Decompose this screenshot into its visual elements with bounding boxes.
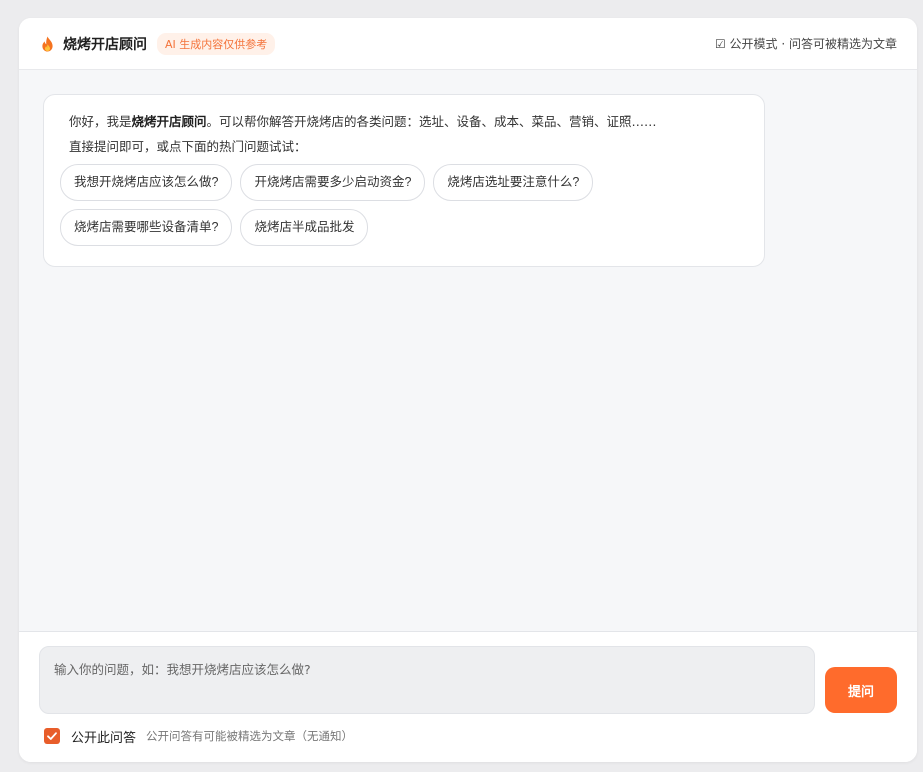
header: 烧烤开店顾问 AI 生成内容仅供参考 ☑ 公开模式 · 问答可被精选为文章 [19, 18, 917, 70]
check-icon [47, 732, 57, 740]
chat-area[interactable]: 你好，我是烧烤开店顾问。可以帮你解答开烧烤店的各类问题：选址、设备、成本、菜品、… [19, 70, 917, 631]
suggestion-chip-wholesale[interactable]: 烧烤店半成品批发 [240, 209, 369, 246]
intro-text: 你好，我是烧烤开店顾问。可以帮你解答开烧烤店的各类问题：选址、设备、成本、菜品、… [60, 112, 748, 132]
app-title: 烧烤开店顾问 [63, 36, 147, 53]
assistant-name: 烧烤开店顾问 [131, 114, 207, 129]
suggestion-hint: 直接提问即可，或点下面的热门问题试试： [69, 139, 307, 154]
suggestion-chip-equipment[interactable]: 烧烤店需要哪些设备清单? [60, 209, 233, 246]
public-option: 公开此问答 公开问答有可能被精选为文章（无通知） [44, 727, 354, 746]
fire-icon [41, 36, 54, 52]
ai-disclaimer-badge: AI 生成内容仅供参考 [157, 32, 276, 55]
suggestion-chips: 我想开烧烤店应该怎么做? 开烧烤店需要多少启动资金? 烧烤店选址要注意什么? 烧… [60, 164, 660, 246]
suggestion-chip-location[interactable]: 烧烤店选址要注意什么? [433, 164, 594, 201]
intro-prefix: 你好，我是 [69, 114, 132, 129]
public-note: 公开问答有可能被精选为文章（无通知） [146, 729, 354, 743]
question-input[interactable] [39, 646, 815, 714]
suggestion-chip-how-to-open[interactable]: 我想开烧烤店应该怎么做? [60, 164, 233, 201]
app-window: 烧烤开店顾问 AI 生成内容仅供参考 ☑ 公开模式 · 问答可被精选为文章 你好… [19, 18, 917, 762]
suggestion-chip-startup-capital[interactable]: 开烧烤店需要多少启动资金? [240, 164, 426, 201]
public-checkbox[interactable] [44, 728, 60, 744]
welcome-message: 你好，我是烧烤开店顾问。可以帮你解答开烧烤店的各类问题：选址、设备、成本、菜品、… [43, 94, 765, 267]
public-label[interactable]: 公开此问答 [71, 727, 136, 746]
public-mode-hint: ☑ 公开模式 · 问答可被精选为文章 [714, 37, 897, 51]
intro-suffix: 。可以帮你解答开烧烤店的各类问题：选址、设备、成本、菜品、营销、证照…… [206, 114, 657, 129]
ask-button[interactable]: 提问 [825, 667, 897, 713]
composer: 提问 公开此问答 公开问答有可能被精选为文章（无通知） [19, 631, 917, 762]
